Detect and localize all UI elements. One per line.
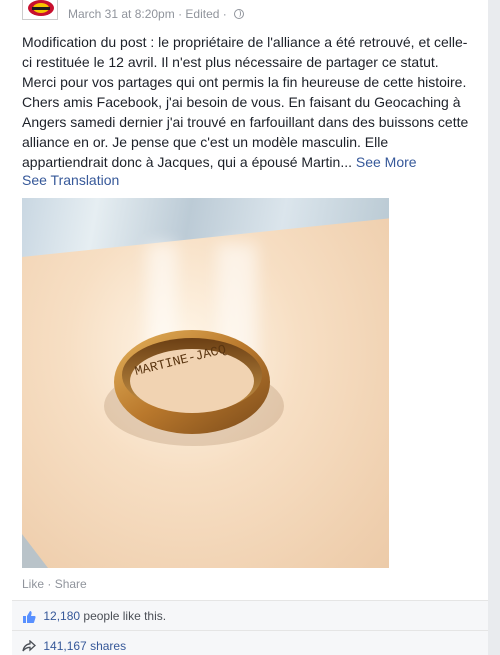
- post-meta: March 31 at 8:20pm · Edited ·: [68, 6, 245, 21]
- meta-separator: ·: [178, 6, 183, 21]
- page-logo-icon: [23, 0, 57, 19]
- actions-separator: ·: [47, 577, 52, 591]
- facebook-post: March 31 at 8:20pm · Edited · Modificati…: [0, 0, 488, 655]
- see-translation-link[interactable]: See Translation: [22, 172, 119, 188]
- gold-ring-icon: MARTINE-JACQ: [104, 330, 284, 446]
- likes-count[interactable]: 12,180: [43, 609, 80, 623]
- share-arrow-icon: [22, 639, 36, 652]
- edited-label[interactable]: Edited: [185, 7, 219, 21]
- public-globe-icon[interactable]: [234, 8, 245, 19]
- like-button[interactable]: Like: [22, 577, 44, 591]
- likes-suffix: people like this.: [83, 609, 167, 623]
- post-text-update: Modification du post : le propriétaire d…: [22, 34, 468, 90]
- page-avatar[interactable]: [22, 0, 58, 20]
- shares-suffix[interactable]: shares: [90, 639, 126, 653]
- likes-summary[interactable]: 12,180 people like this.: [22, 609, 166, 624]
- thumbs-up-icon: [23, 610, 36, 623]
- post-timestamp[interactable]: March 31 at 8:20pm: [68, 7, 175, 21]
- meta-separator-2: ·: [222, 6, 227, 21]
- stats-divider-middle: [12, 630, 488, 631]
- post-actions: Like · Share: [22, 577, 87, 591]
- page-scroll-edge: [487, 0, 500, 655]
- shares-summary[interactable]: 141,167 shares: [22, 639, 126, 653]
- shares-count[interactable]: 141,167: [43, 639, 86, 653]
- post-text-main: Chers amis Facebook, j'ai besoin de vous…: [22, 92, 472, 172]
- stats-divider-top: [12, 600, 488, 601]
- see-more-link[interactable]: See More: [356, 154, 417, 170]
- post-photo[interactable]: MARTINE-JACQ: [22, 198, 389, 568]
- share-button[interactable]: Share: [55, 577, 87, 591]
- photo-corner: [22, 534, 48, 568]
